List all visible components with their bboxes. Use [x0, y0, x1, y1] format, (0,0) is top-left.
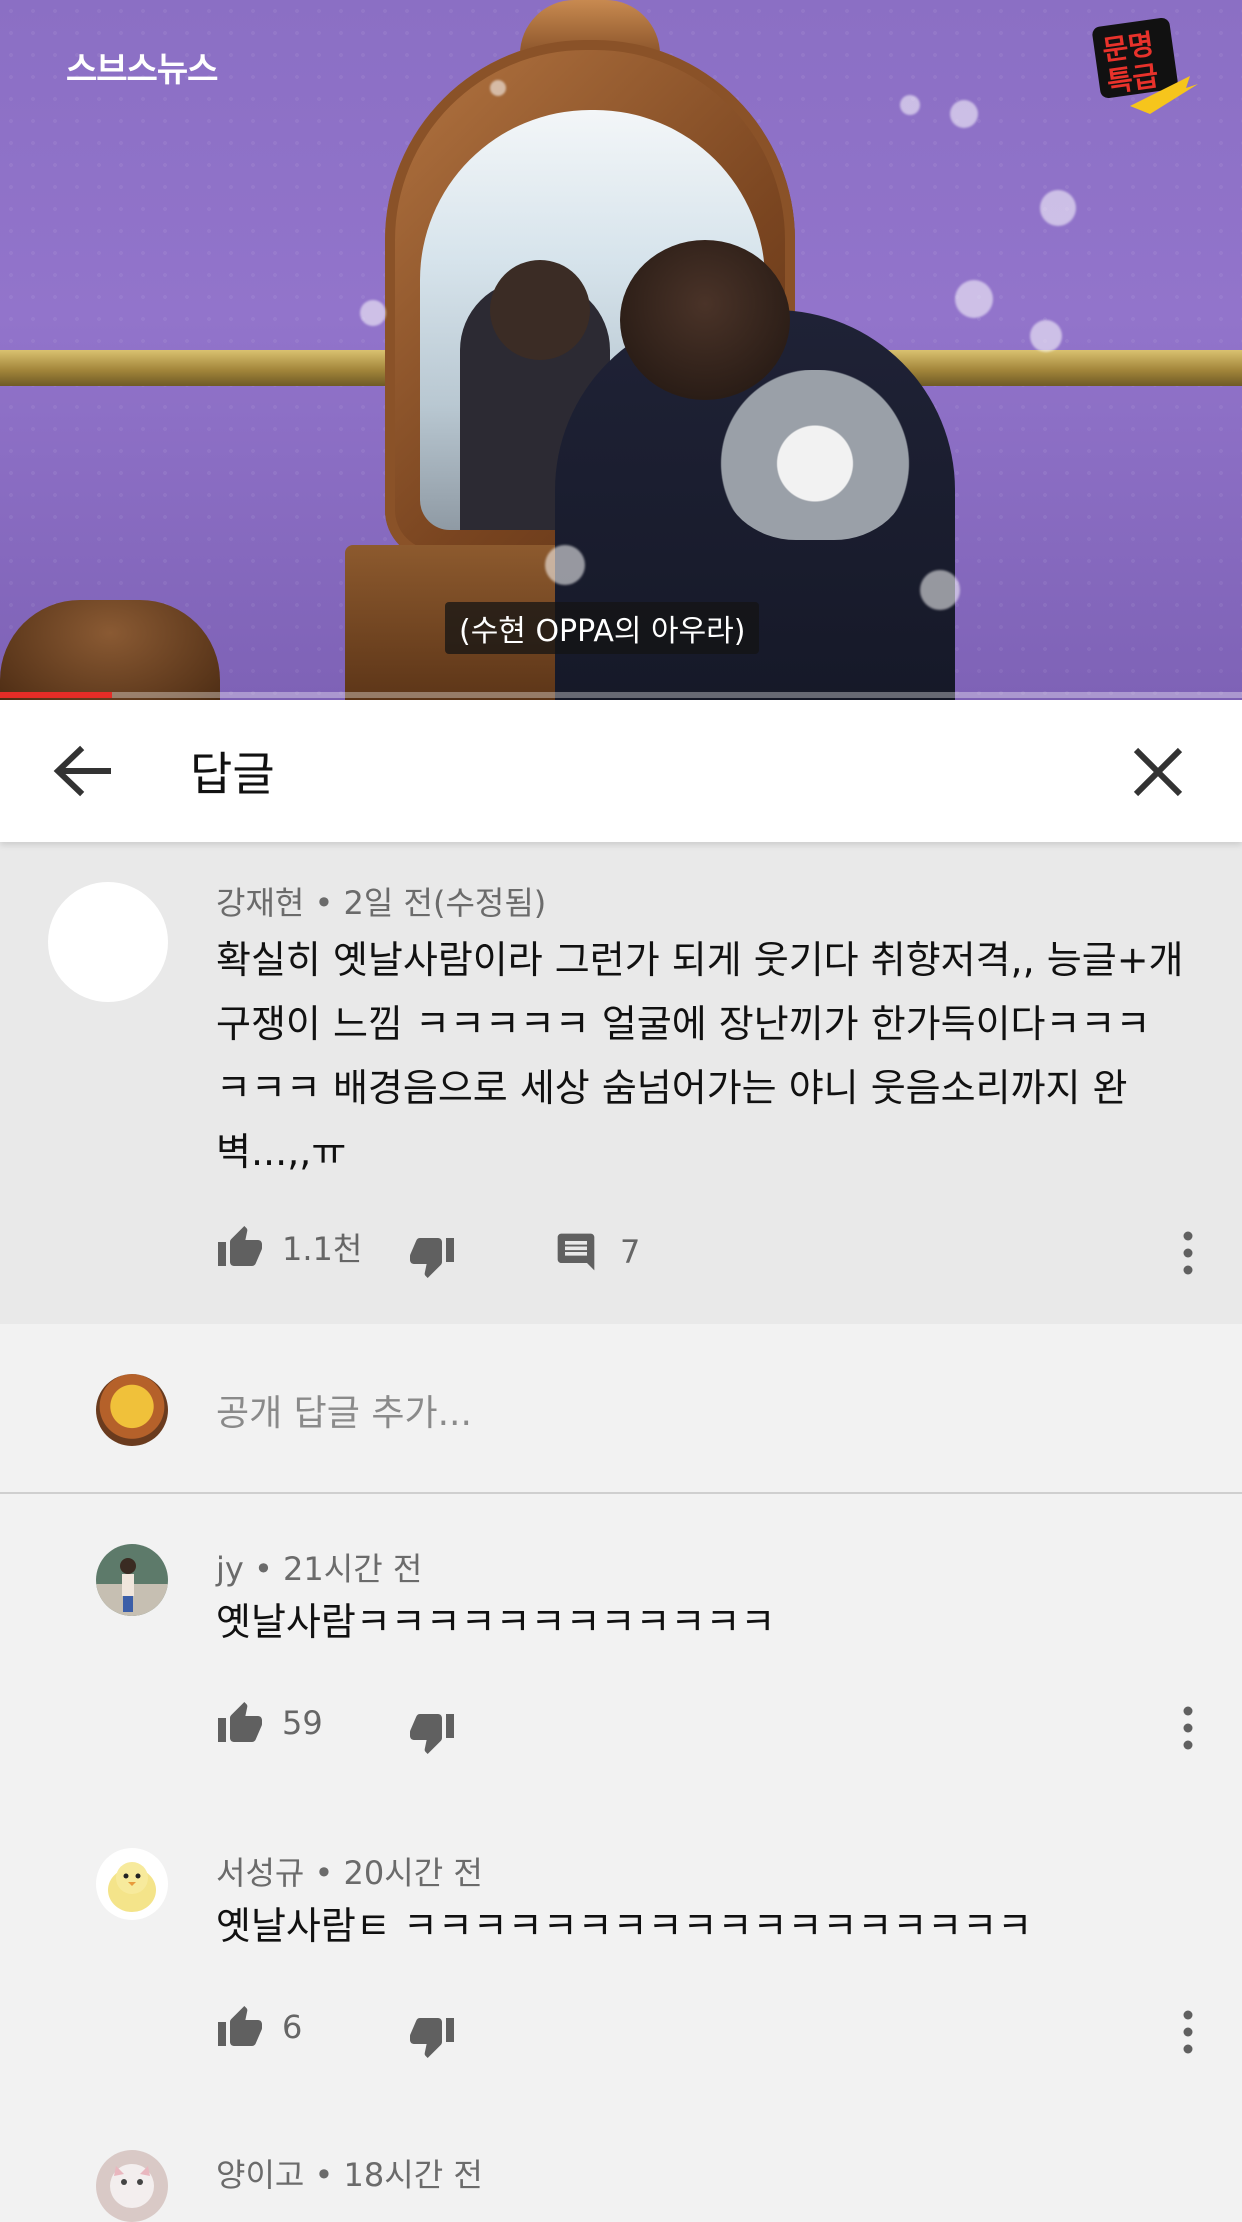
thumb-up-icon	[218, 1226, 262, 1266]
video-bokeh	[360, 300, 386, 326]
video-bokeh	[955, 280, 993, 318]
comment-author[interactable]: 강재현	[216, 884, 304, 922]
like-count: 1.1천	[282, 1230, 363, 1268]
like-button[interactable]: 6	[216, 2004, 302, 2050]
video-bokeh	[950, 100, 978, 128]
reply-text: 옛날사람ㅌ ㅋㅋㅋㅋㅋㅋㅋㅋㅋㅋㅋㅋㅋㅋㅋㅋㅋㅋ	[216, 1904, 1033, 1948]
reply-meta: 서성규 • 20시간 전	[216, 1848, 483, 1894]
video-bokeh	[1040, 190, 1076, 226]
reply-count-button[interactable]: 7	[554, 1230, 640, 1274]
video-person-head	[620, 240, 790, 400]
comment-line: 구쟁이 느낌 ㅋㅋㅋㅋㅋ 얼굴에 장난끼가 한가득이다ㅋㅋㅋ	[216, 1002, 1151, 1046]
video-bokeh	[1030, 320, 1062, 352]
thumb-down-icon[interactable]	[408, 1234, 456, 1280]
avatar[interactable]	[96, 1544, 168, 1616]
reply-time: • 20시간 전	[314, 1854, 483, 1892]
avatar[interactable]	[96, 2150, 168, 2222]
comment-line: ㅋㅋㅋ 배경음으로 세상 숨넘어가는 야니 웃음소리까지 완	[216, 1066, 1128, 1110]
comment-icon	[557, 1233, 595, 1271]
thumb-up-icon	[218, 2006, 262, 2046]
show-logo: 문명 특급	[1092, 17, 1198, 114]
thumb-down-icon[interactable]	[408, 1710, 456, 1756]
like-count: 59	[282, 1704, 323, 1742]
video-player[interactable]: 스브스뉴스 문명 특급 (수현 OPPA의 아우라)	[0, 0, 1242, 700]
add-reply-row[interactable]: 공개 답글 추가...	[0, 1324, 1242, 1494]
thumb-up-icon	[218, 1702, 262, 1742]
comment-line: 확실히 옛날사람이라 그런가 되게 웃기다 취향저격,, 능글+개	[216, 938, 1184, 982]
reply-time: • 18시간 전	[314, 2156, 483, 2194]
video-cat-print	[720, 370, 910, 540]
avatar	[96, 1374, 168, 1446]
reply-count: 7	[620, 1233, 641, 1271]
channel-logo: 스브스뉴스	[66, 50, 218, 90]
reply-author[interactable]: 서성규	[216, 1854, 304, 1892]
add-reply-input[interactable]: 공개 답글 추가...	[216, 1384, 472, 1436]
video-chair	[0, 600, 220, 700]
reply-text: 옛날사람ㅋㅋㅋㅋㅋㅋㅋㅋㅋㅋㅋㅋ	[216, 1600, 776, 1644]
comment-body: 확실히 옛날사람이라 그런가 되게 웃기다 취향저격,, 능글+개 구쟁이 느낌…	[216, 928, 1216, 1184]
reply-meta: jy • 21시간 전	[216, 1544, 422, 1590]
close-icon[interactable]	[1130, 744, 1186, 800]
video-reflection-head	[490, 260, 590, 360]
video-bokeh	[545, 545, 585, 585]
video-progress-track[interactable]	[0, 692, 1242, 698]
replies-header: 답글	[0, 700, 1242, 842]
parent-comment: 강재현 • 2일 전(수정됨) 확실히 옛날사람이라 그런가 되게 웃기다 취향…	[0, 842, 1242, 1324]
avatar[interactable]	[48, 882, 168, 1002]
arrow-back-icon[interactable]	[52, 744, 112, 798]
comment-time: • 2일 전(수정됨)	[314, 884, 547, 922]
reply-time: • 21시간 전	[254, 1550, 423, 1588]
video-subtitle: (수현 OPPA의 아우라)	[445, 602, 760, 654]
video-bokeh	[920, 570, 960, 610]
like-button[interactable]: 59	[216, 1700, 323, 1746]
comment-line: 벽...,,ㅠ	[216, 1130, 347, 1174]
thumb-down-icon[interactable]	[408, 2014, 456, 2060]
video-progress-fill	[0, 692, 112, 698]
svg-text:특급: 특급	[1105, 59, 1161, 99]
reply-author[interactable]: jy	[216, 1550, 244, 1588]
more-vert-icon[interactable]	[1178, 1703, 1198, 1753]
comment-meta: 강재현 • 2일 전(수정됨)	[216, 878, 546, 924]
more-vert-icon[interactable]	[1178, 2007, 1198, 2057]
avatar[interactable]	[96, 1848, 168, 1920]
reply-meta: 양이고 • 18시간 전	[216, 2150, 483, 2196]
replies-title: 답글	[190, 747, 275, 801]
video-bokeh	[490, 80, 506, 96]
reply-author[interactable]: 양이고	[216, 2156, 304, 2194]
like-count: 6	[282, 2008, 303, 2046]
like-button[interactable]: 1.1천	[216, 1224, 362, 1270]
video-bokeh	[900, 95, 920, 115]
more-vert-icon[interactable]	[1178, 1228, 1198, 1278]
